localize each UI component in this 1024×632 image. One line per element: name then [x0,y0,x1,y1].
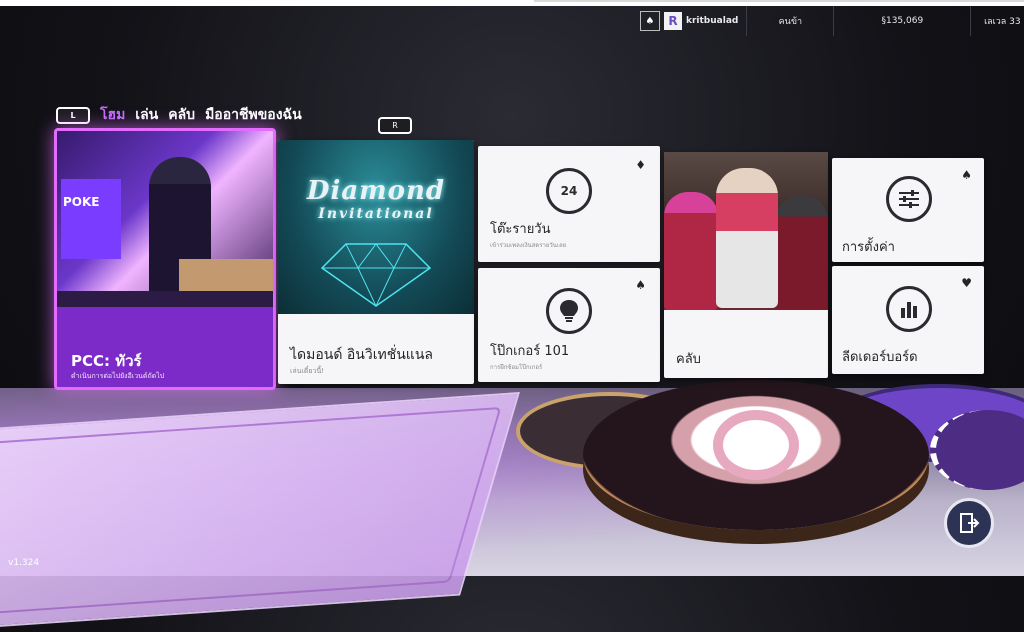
settings-title: การตั้งค่า [842,240,895,255]
daily-tables-title: โต๊ะรายวัน [490,222,551,237]
right-bumper-button[interactable]: R [378,117,412,134]
poster-text: POKE [63,195,100,209]
spade-icon: ♠ [640,11,660,31]
diamond-invitational-title: ไดมอนด์ อินวิเทชั่นแนล [290,347,433,363]
currency-text: §135,069 [881,16,924,26]
tile-daily-tables[interactable]: ♦ 24 โต๊ะรายวัน เข้าร่วมเพลงเงินสดรายวัน… [478,146,660,262]
stage [57,291,273,307]
mode-label: คนข้า [746,6,833,36]
tab-home[interactable]: โฮม [100,104,125,126]
lightbulb-icon [546,288,592,334]
tile-club[interactable]: คลับ [664,152,828,378]
lightbulb-svg [560,300,578,322]
poster [61,179,121,259]
club-member-left [664,192,718,310]
tab-my-pro[interactable]: มืออาชีพของฉัน [205,104,302,126]
spade-suit-icon: ♠ [635,278,646,292]
daily-tables-subtitle: เข้าร่วมเพลงเงินสดรายวันเลย [490,242,567,249]
leaderboard-title: ลีดเดอร์บอร์ด [842,350,918,365]
user-profile[interactable]: ♠ R kritbualad [636,6,746,36]
tile-poker-101[interactable]: ♠ โป๊กเกอร์ 101 การฝึกซ้อมโป๊กเกอร์ [478,268,660,382]
pcc-tour-subtitle: ดำเนินการต่อไปยังอีเวนต์ถัดไป [71,372,165,380]
tab-club[interactable]: คลับ [168,104,195,126]
poker-chip-main [583,380,929,530]
exit-button[interactable] [944,498,994,548]
top-strip-bar [534,0,1024,2]
tab-play[interactable]: เล่น [135,104,158,126]
tile-diamond-invitational[interactable]: Diamond Invitational ไดมอนด์ อินวิเทชั่น… [278,140,474,384]
tile-settings[interactable]: ♠ การตั้งค่า [832,158,984,262]
poker-101-title: โป๊กเกอร์ 101 [490,344,570,359]
spade-suit-icon: ♠ [961,168,972,182]
club-art [664,152,828,310]
club-title: คลับ [676,352,701,367]
diamond-logo-line1: Diamond [306,176,446,206]
poker-101-subtitle: การฝึกซ้อมโป๊กเกอร์ [490,364,543,371]
heart-suit-icon: ♥ [961,276,972,290]
pcc-tour-title: PCC: ทัวร์ [71,352,142,370]
sliders-icon [886,176,932,222]
mode-label-text: คนข้า [778,17,803,27]
tile-leaderboard[interactable]: ♥ ลีดเดอร์บอร์ด [832,266,984,374]
leaderboard-icon [886,286,932,332]
playing-card-decoration [0,391,520,632]
left-bumper-button[interactable]: L [56,106,90,124]
card-pattern [0,406,502,618]
pcc-tour-art: POKE [57,131,273,307]
status-bar: ♠ R kritbualad คนข้า §135,069 เลเวล 33 [636,6,1024,36]
diamond-logo-line2: Invitational [318,206,434,222]
diamond-invitational-art: Diamond Invitational [278,140,474,314]
diamond-invitational-subtitle: เล่นเดี๋ยวนี้! [290,367,325,375]
clock-24-icon: 24 [546,168,592,214]
version-label: v1.324 [8,558,40,568]
club-member-right [776,196,828,310]
chip-logo [713,410,799,480]
bar-chart-svg [901,302,917,318]
avatar: R [664,12,682,30]
club-member-center [716,168,778,308]
player-level: เลเวล 33 [970,6,1024,36]
diamond-suit-icon: ♦ [635,158,646,172]
username: kritbualad [686,16,739,26]
diamond-gem-icon [320,243,432,308]
exit-door-icon [960,513,980,533]
currency-balance: §135,069 [833,6,970,36]
main-nav: L โฮม เล่น คลับ มืออาชีพของฉัน [56,104,302,126]
level-text: เลเวล 33 [984,17,1021,27]
sliders-svg [899,190,919,208]
tile-pcc-tour[interactable]: POKE PCC: ทัวร์ ดำเนินการต่อไปยังอีเวนต์… [54,128,276,390]
